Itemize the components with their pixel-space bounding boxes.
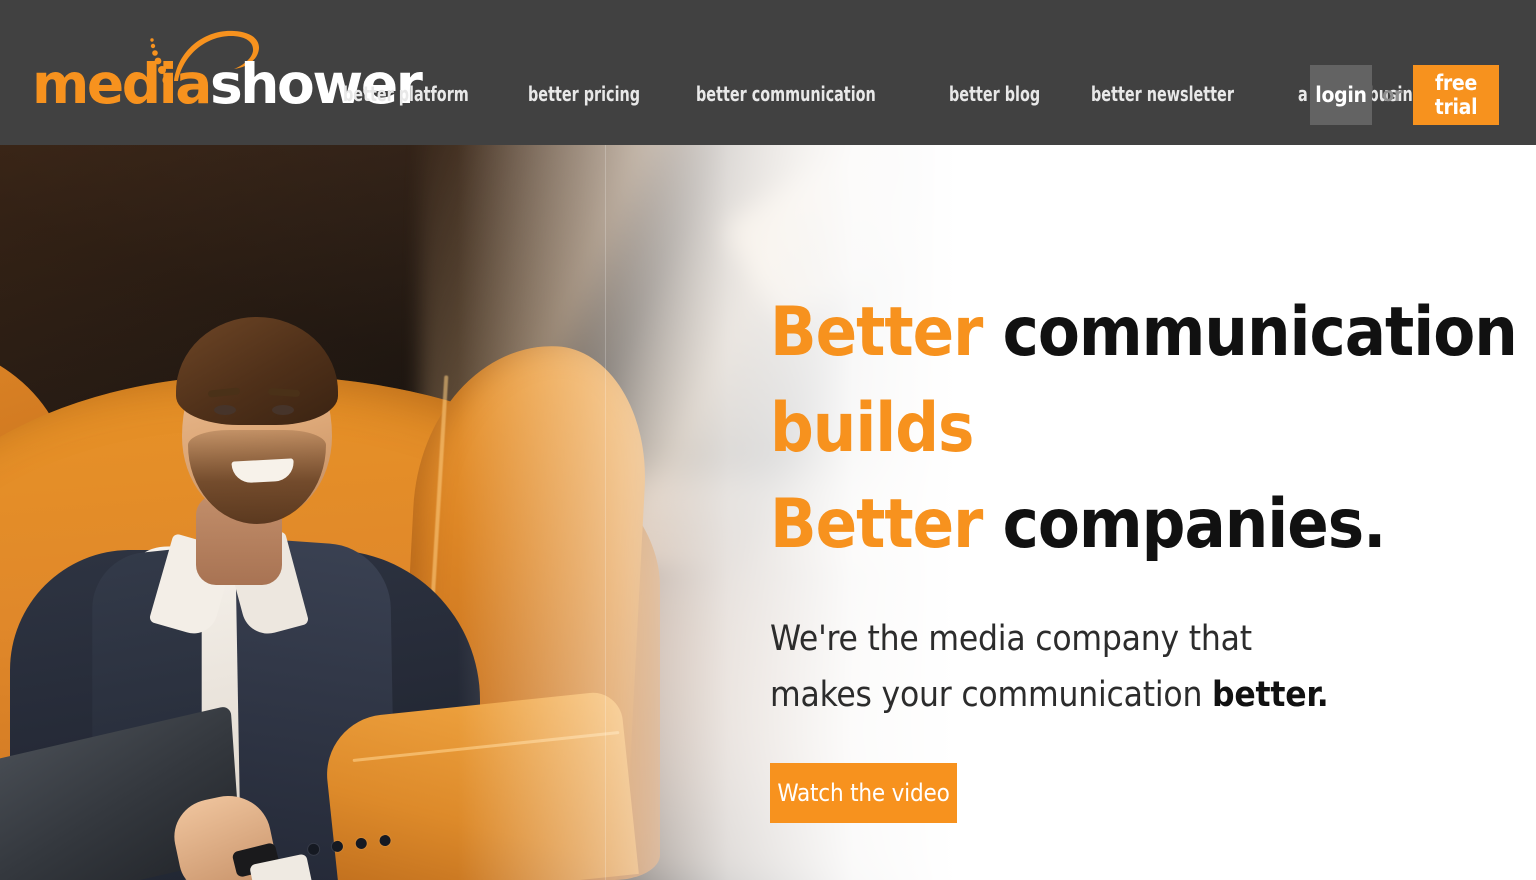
hero-headline-accent-2: builds bbox=[770, 389, 974, 468]
nav-item-better-communication[interactable]: better communication bbox=[696, 82, 876, 106]
hero-subheadline-line-2-strong: better. bbox=[1212, 675, 1329, 715]
logo-media-text: media bbox=[32, 52, 212, 116]
hero-subheadline-line-2-prefix: makes your communication bbox=[770, 675, 1213, 715]
site-logo[interactable]: mediashower bbox=[30, 28, 423, 118]
nav-item-better-pricing[interactable]: better pricing bbox=[528, 82, 640, 106]
hero-headline-rest-3: companies. bbox=[1002, 485, 1387, 564]
hero-section: Better communication builds Better compa… bbox=[0, 145, 1536, 880]
hero-headline-line-1: Better communication bbox=[770, 285, 1518, 381]
main-nav: better platform better pricing better co… bbox=[343, 82, 1475, 106]
site-header: mediashower better platform better prici… bbox=[0, 0, 1536, 145]
login-button[interactable]: login bbox=[1310, 65, 1372, 125]
hero-headline-line-3: Better companies. bbox=[770, 477, 1510, 573]
hero-headline-rest-1: communication bbox=[1002, 293, 1518, 372]
nav-item-better-newsletter[interactable]: better newsletter bbox=[1091, 82, 1234, 106]
nav-item-better-platform[interactable]: better platform bbox=[343, 82, 469, 106]
hero-copy: Better communication builds Better compa… bbox=[770, 285, 1518, 823]
hero-headline: Better communication builds Better compa… bbox=[770, 285, 1518, 573]
hero-subheadline-line-1: We're the media company that bbox=[770, 619, 1252, 659]
watch-the-video-button[interactable]: Watch the video bbox=[770, 763, 957, 823]
auth-separator-label: or bbox=[1382, 84, 1403, 106]
hero-subheadline: We're the media company that makes your … bbox=[770, 611, 1510, 723]
hero-headline-accent-1: Better bbox=[770, 293, 983, 372]
nav-item-better-blog[interactable]: better blog bbox=[949, 82, 1040, 106]
free-trial-button[interactable]: free trial bbox=[1413, 65, 1499, 125]
photo-seam-line bbox=[605, 145, 606, 880]
hero-headline-accent-3: Better bbox=[770, 485, 983, 564]
hero-headline-line-2: builds bbox=[770, 381, 1510, 477]
page-root: mediashower better platform better prici… bbox=[0, 0, 1536, 880]
auth-actions: login or free trial bbox=[1310, 65, 1499, 125]
